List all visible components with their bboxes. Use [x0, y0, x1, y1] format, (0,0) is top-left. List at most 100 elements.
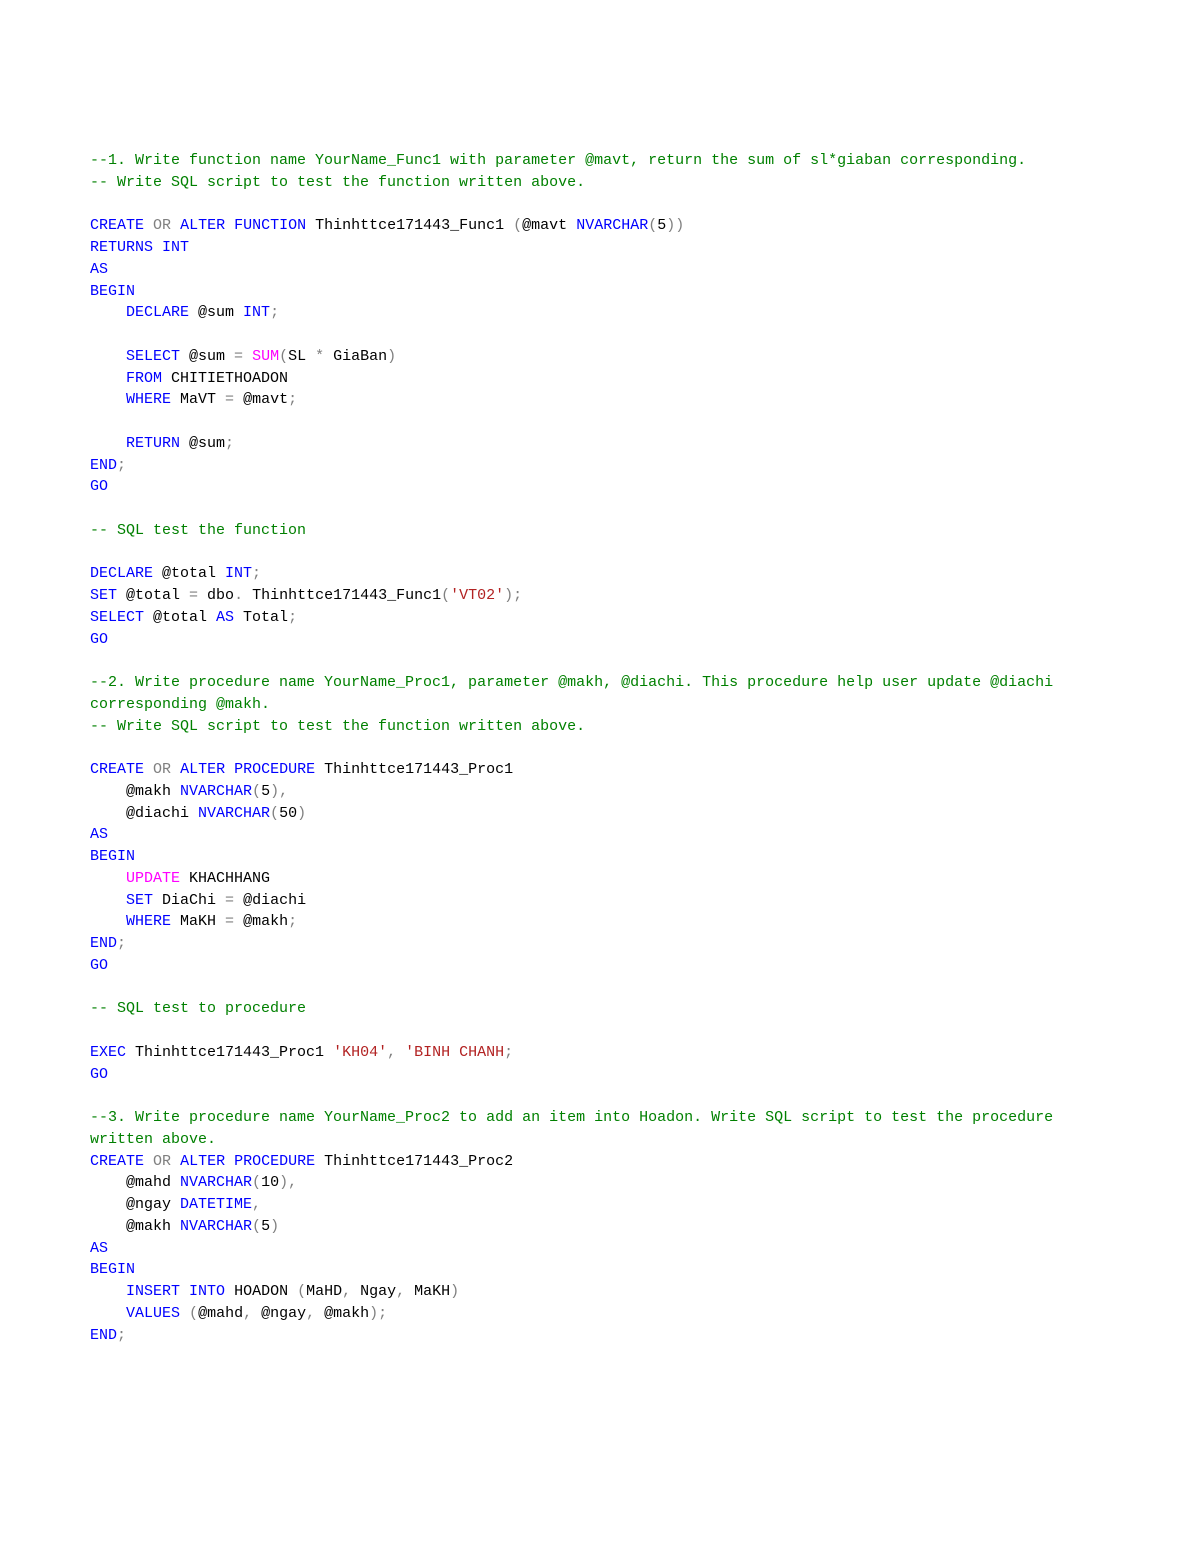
code-token: @makh [234, 913, 288, 930]
code-token: Total [234, 609, 288, 626]
code-line: @makh NVARCHAR(5) [90, 1216, 1110, 1238]
code-token: ( [279, 348, 288, 365]
code-line [90, 411, 1110, 433]
code-line: UPDATE KHACHHANG [90, 868, 1110, 890]
code-line: SELECT @sum = SUM(SL * GiaBan) [90, 346, 1110, 368]
code-token [171, 217, 180, 234]
code-token: BEGIN [90, 848, 135, 865]
code-token: ( [513, 217, 522, 234]
code-token: PROCEDURE [234, 761, 315, 778]
code-token: ; [270, 304, 279, 321]
code-token: END [90, 935, 117, 952]
code-line [90, 498, 1110, 520]
code-token: ; [252, 565, 261, 582]
code-token: HOADON [225, 1283, 297, 1300]
code-token: ; [225, 435, 234, 452]
code-line: AS [90, 259, 1110, 281]
code-token [90, 348, 126, 365]
code-token: Thinhttce171443_Func1 [306, 217, 513, 234]
code-line: VALUES (@mahd, @ngay, @makh); [90, 1303, 1110, 1325]
code-line: END; [90, 455, 1110, 477]
code-token [90, 1305, 126, 1322]
code-line: FROM CHITIETHOADON [90, 368, 1110, 390]
code-token [171, 761, 180, 778]
code-token: ); [369, 1305, 387, 1322]
code-line: RETURN @sum; [90, 433, 1110, 455]
code-token: = [234, 348, 243, 365]
code-line: RETURNS INT [90, 237, 1110, 259]
code-token: , [243, 1305, 252, 1322]
code-line: @ngay DATETIME, [90, 1194, 1110, 1216]
code-token: SL [288, 348, 315, 365]
code-line: WHERE MaKH = @makh; [90, 911, 1110, 933]
code-token: RETURN [126, 435, 180, 452]
code-token: ; [288, 391, 297, 408]
code-token: Thinhttce171443_Proc1 [315, 761, 513, 778]
code-token: CHITIETHOADON [162, 370, 288, 387]
code-token: MaVT [171, 391, 225, 408]
code-token: VALUES [126, 1305, 180, 1322]
code-line: @diachi NVARCHAR(50) [90, 803, 1110, 825]
code-token: ( [252, 1174, 261, 1191]
code-line: WHERE MaVT = @mavt; [90, 389, 1110, 411]
code-token [396, 1044, 405, 1061]
code-token: @total [153, 565, 225, 582]
code-line [90, 324, 1110, 346]
code-token: 'KH04' [333, 1044, 387, 1061]
code-token: MaKH [405, 1283, 450, 1300]
code-token: ) [270, 1218, 279, 1235]
code-token [144, 217, 153, 234]
code-line: AS [90, 1238, 1110, 1260]
code-token [90, 913, 126, 930]
code-token: BEGIN [90, 1261, 135, 1278]
code-line: GO [90, 1064, 1110, 1086]
code-token: ; [117, 457, 126, 474]
code-token: ) [387, 348, 396, 365]
code-token: 50 [279, 805, 297, 822]
code-line: GO [90, 955, 1110, 977]
code-token: INTO [189, 1283, 225, 1300]
code-line: CREATE OR ALTER PROCEDURE Thinhttce17144… [90, 759, 1110, 781]
code-token: --1. Write function name YourName_Func1 … [90, 152, 1026, 169]
code-token: ( [648, 217, 657, 234]
code-token: OR [153, 1153, 171, 1170]
code-token: -- SQL test to procedure [90, 1000, 306, 1017]
code-token: GO [90, 478, 108, 495]
code-token: DiaChi [153, 892, 225, 909]
code-token: Thinhttce171443_Proc2 [315, 1153, 513, 1170]
code-token: ( [297, 1283, 306, 1300]
code-token [90, 304, 126, 321]
code-token: ) [450, 1283, 459, 1300]
code-token: NVARCHAR [198, 805, 270, 822]
code-token: BEGIN [90, 283, 135, 300]
code-token [144, 1153, 153, 1170]
code-line: BEGIN [90, 846, 1110, 868]
code-line: --1. Write function name YourName_Func1 … [90, 150, 1110, 172]
code-token: --3. Write procedure name YourName_Proc2… [90, 1109, 1062, 1148]
code-token [243, 348, 252, 365]
code-token: @mavt [234, 391, 288, 408]
code-line: INSERT INTO HOADON (MaHD, Ngay, MaKH) [90, 1281, 1110, 1303]
code-token: MaKH [171, 913, 225, 930]
code-token [90, 435, 126, 452]
code-token: GO [90, 957, 108, 974]
code-token: @diachi [90, 805, 198, 822]
code-token: CREATE [90, 1153, 144, 1170]
code-token: KHACHHANG [180, 870, 270, 887]
code-token: SET [126, 892, 153, 909]
code-token: AS [216, 609, 234, 626]
code-token [90, 370, 126, 387]
code-line: GO [90, 629, 1110, 651]
code-token: RETURNS [90, 239, 153, 256]
code-line: DECLARE @sum INT; [90, 302, 1110, 324]
code-token: DECLARE [90, 565, 153, 582]
code-token: ), [279, 1174, 297, 1191]
code-token: OR [153, 761, 171, 778]
code-line [90, 977, 1110, 999]
code-token: GO [90, 631, 108, 648]
code-token: 5 [261, 1218, 270, 1235]
code-token: AS [90, 1240, 108, 1257]
code-token: ), [270, 783, 288, 800]
code-token: END [90, 1327, 117, 1344]
code-line: BEGIN [90, 281, 1110, 303]
